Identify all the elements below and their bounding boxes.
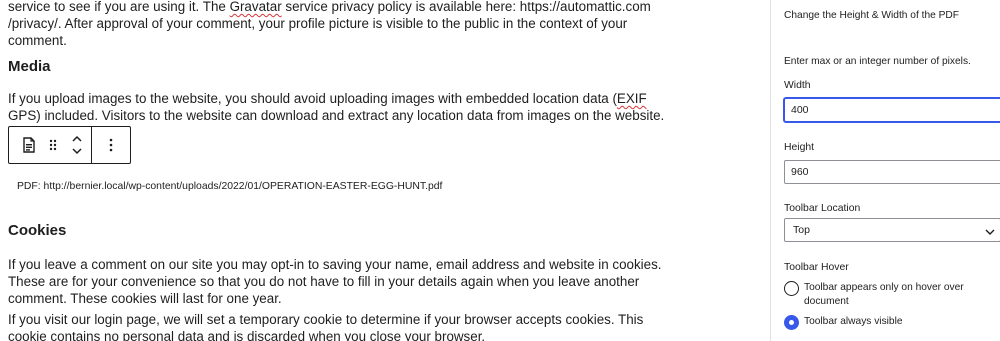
drag-handle-icon[interactable] <box>41 127 65 163</box>
radio-on-hover[interactable] <box>784 281 799 296</box>
privacy-line-1: service to see if you are using it. The … <box>8 0 651 14</box>
cookies-1-line-3: comment. These cookies will last for one… <box>8 291 282 306</box>
cookies-1-line-1: If you leave a comment on our site you m… <box>8 257 662 272</box>
block-toolbar-main-group <box>9 127 92 163</box>
hover-option-2-label: Toolbar always visible <box>804 316 903 327</box>
toolbar-location-select[interactable]: Top <box>784 218 1000 242</box>
privacy-paragraph[interactable]: service to see if you are using it. The … <box>8 0 668 49</box>
toolbar-location-label: Toolbar Location <box>784 203 861 214</box>
media-line-2: GPS) included. Visitors to the website c… <box>8 108 665 123</box>
size-help-text: Enter max or an integer number of pixels… <box>784 56 971 67</box>
move-up-down-icon[interactable] <box>65 127 89 163</box>
hover-option-1-label: Toolbar appears only on hover over docum… <box>804 282 964 307</box>
media-line-1: If you upload images to the website, you… <box>8 91 647 106</box>
heading-cookies[interactable]: Cookies <box>8 222 66 239</box>
privacy-line-3: comment. <box>8 33 67 48</box>
media-paragraph[interactable]: If you upload images to the website, you… <box>8 90 668 124</box>
radio-always-visible[interactable] <box>784 315 799 330</box>
pdf-block-icon[interactable] <box>17 127 41 163</box>
block-toolbar-options-group <box>92 127 130 163</box>
hover-option-on-hover[interactable]: Toolbar appears only on hover over docum… <box>784 281 994 309</box>
cookies-1-line-2: These are for your convenience so that y… <box>8 274 640 289</box>
cookies-2-line-2: cookie contains no personal data and is … <box>8 329 486 341</box>
toolbar-hover-label: Toolbar Hover <box>784 262 849 273</box>
editor-canvas: service to see if you are using it. The … <box>0 0 770 341</box>
block-toolbar <box>8 126 131 164</box>
privacy-line-2: /privacy/. After approval of your commen… <box>8 16 628 31</box>
height-label: Height <box>784 142 815 153</box>
width-label: Width <box>784 80 811 91</box>
width-input[interactable] <box>784 98 1000 122</box>
toolbar-location-value: Top <box>793 224 810 236</box>
height-input[interactable] <box>784 160 1000 184</box>
spellcheck-word: EXIF <box>616 91 647 106</box>
size-section-heading: Change the Height & Width of the PDF <box>784 10 959 21</box>
more-options-icon[interactable] <box>99 127 123 163</box>
chevron-down-icon <box>984 225 996 243</box>
cookies-paragraph-1[interactable]: If you leave a comment on our site you m… <box>8 256 668 307</box>
cookies-2-line-1: If you visit our login page, we will set… <box>8 312 644 327</box>
pdf-embed-block[interactable]: PDF: http://bernier.local/wp-content/upl… <box>17 181 442 192</box>
cookies-paragraph-2[interactable]: If you visit our login page, we will set… <box>8 311 668 341</box>
hover-option-always[interactable]: Toolbar always visible <box>784 315 994 330</box>
heading-media[interactable]: Media <box>8 58 51 75</box>
block-settings-sidebar: Change the Height & Width of the PDF Ent… <box>770 0 1000 341</box>
spellcheck-word: Gravatar <box>229 0 282 14</box>
